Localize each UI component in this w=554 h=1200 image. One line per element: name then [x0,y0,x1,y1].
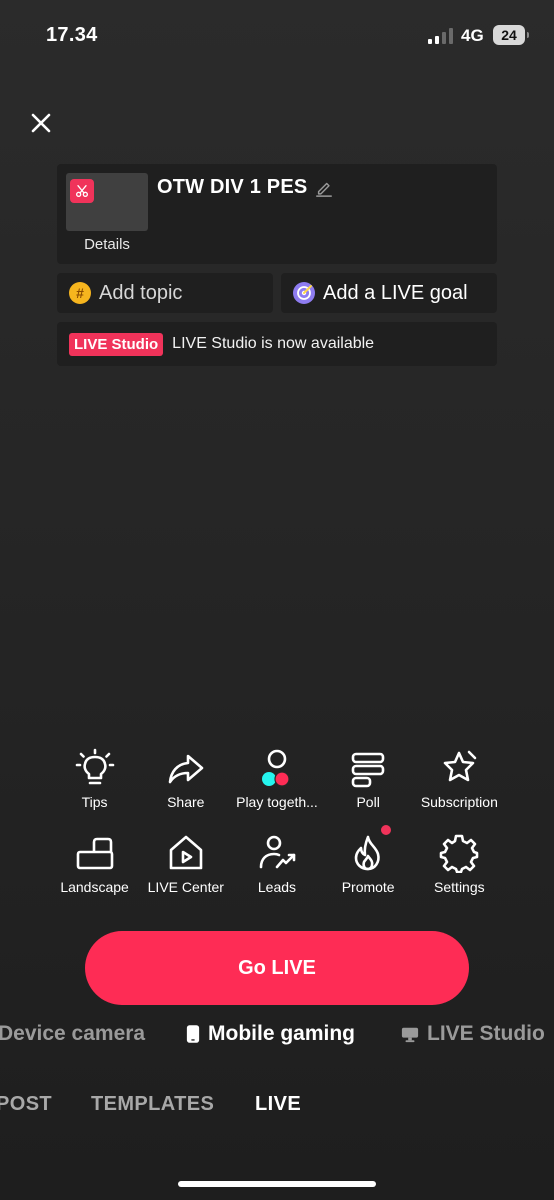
mode-mobile-gaming[interactable]: Mobile gaming [186,1022,355,1046]
mode-device-camera-label: Device camera [0,1022,146,1045]
play-together-label: Play togeth... [236,794,318,810]
live-center-home-icon [169,835,203,870]
cover-thumbnail[interactable] [66,173,148,231]
phone-icon [186,1025,200,1043]
live-studio-banner[interactable]: LIVE Studio LIVE Studio is now available [57,322,497,366]
landscape-rotate-icon [76,837,113,870]
live-center-button[interactable]: LIVE Center [140,833,231,895]
live-studio-banner-text: LIVE Studio is now available [172,335,375,352]
creation-tabs: POST TEMPLATES LIVE [0,1093,554,1121]
play-together-icon [261,749,290,787]
leads-person-icon [259,835,296,869]
details-label: Details [84,236,130,253]
promote-notification-dot [380,825,391,835]
poll-button[interactable]: Poll [323,748,414,810]
target-goal-icon [293,282,315,304]
gear-icon [440,834,479,873]
go-live-button[interactable]: Go LIVE [85,931,469,1005]
share-label: Share [167,794,205,810]
poll-label: Poll [356,794,380,810]
tab-templates[interactable]: TEMPLATES [91,1093,214,1116]
close-button[interactable] [28,110,54,136]
live-studio-badge: LIVE Studio [69,332,164,356]
promote-button[interactable]: Promote [323,825,414,895]
promote-label: Promote [341,879,395,895]
settings-label: Settings [434,879,485,895]
home-indicator[interactable] [178,1181,376,1187]
close-icon [31,113,51,133]
pencil-edit-icon[interactable] [315,179,333,197]
mode-mobile-gaming-label: Mobile gaming [208,1022,355,1045]
live-title-text: OTW DIV 1 PES [157,176,308,198]
live-tools-row-1: Tips Share Play togeth... Poll Subscript… [49,748,505,810]
network-type: 4G [461,26,484,45]
tips-label: Tips [81,794,108,810]
landscape-button[interactable]: Landscape [49,833,140,895]
mode-live-studio-label: LIVE Studio [427,1022,545,1045]
subscription-star-icon [444,750,477,782]
landscape-label: Landscape [60,879,129,895]
add-live-goal-button[interactable]: Add a LIVE goal [281,273,497,313]
share-button[interactable]: Share [140,748,231,810]
play-together-button[interactable]: Play togeth... [231,748,322,810]
lightbulb-icon [75,748,114,785]
edit-cover-scissors-icon [70,179,94,203]
monitor-icon [401,1027,419,1043]
tab-post[interactable]: POST [0,1093,52,1116]
share-arrow-icon [168,754,204,784]
poll-icon [351,752,385,788]
status-bar: 17.34 4G 24 [0,0,554,70]
hashtag-icon: # [69,282,91,304]
live-center-label: LIVE Center [147,879,224,895]
settings-button[interactable]: Settings [414,833,505,895]
battery-icon: 24 [493,25,529,45]
leads-label: Leads [257,879,297,895]
add-live-goal-label: Add a LIVE goal [323,281,468,304]
tips-button[interactable]: Tips [49,748,140,810]
mode-device-camera[interactable]: Device camera [0,1022,145,1046]
subscription-label: Subscription [420,794,498,810]
mode-live-studio[interactable]: LIVE Studio [401,1022,545,1046]
add-topic-label: Add topic [99,281,183,304]
live-tools-row-2: Landscape LIVE Center Leads Promote Sett… [49,825,505,895]
status-time: 17.34 [46,24,98,46]
leads-button[interactable]: Leads [231,833,322,895]
subscription-button[interactable]: Subscription [414,748,505,810]
flame-icon [354,835,380,871]
live-details-card[interactable]: Details OTW DIV 1 PES [57,164,497,264]
tab-live[interactable]: LIVE [255,1093,301,1116]
cellular-signal-icon [428,26,453,44]
add-topic-button[interactable]: # Add topic [57,273,273,313]
live-title[interactable]: OTW DIV 1 PES [157,176,333,199]
live-source-modes: Device camera Mobile gaming LIVE Studio [0,1022,554,1054]
